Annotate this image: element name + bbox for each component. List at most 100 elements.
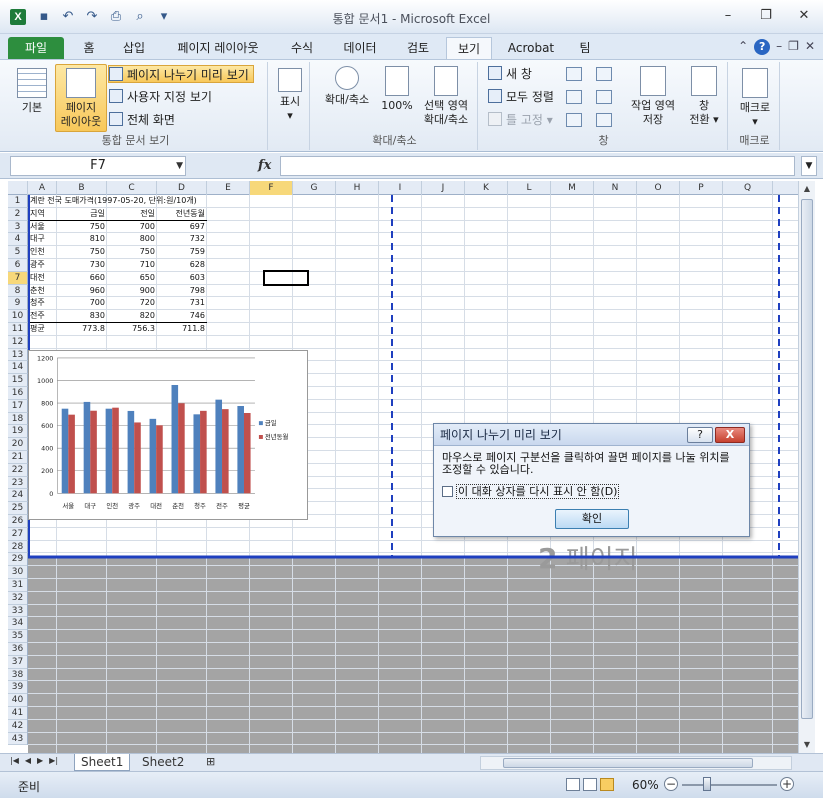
zoom-button[interactable]: 확대/축소	[318, 66, 376, 107]
view-side-by-side-icon[interactable]	[596, 67, 612, 81]
cell-header[interactable]: 전일	[109, 208, 155, 220]
tab-file[interactable]: 파일	[8, 37, 64, 59]
cell-average[interactable]: 평균	[30, 323, 55, 335]
row-header-12[interactable]: 12	[8, 335, 28, 349]
column-header-f[interactable]: F	[250, 181, 293, 195]
row-header-43[interactable]: 43	[8, 732, 28, 746]
column-header-k[interactable]: K	[465, 181, 508, 195]
help-icon[interactable]: ?	[754, 39, 771, 55]
row-header-30[interactable]: 30	[8, 566, 28, 579]
column-header-i[interactable]: I	[379, 181, 422, 195]
row-header-15[interactable]: 15	[8, 374, 28, 387]
page-layout-view-button[interactable]: 페이지 레이아웃	[55, 64, 107, 132]
help-icon[interactable]: ?	[687, 427, 713, 443]
row-header-13[interactable]: 13	[8, 348, 28, 362]
freeze-panes-button[interactable]: 틀 고정 ▾	[488, 111, 553, 129]
vertical-scrollbar[interactable]: ▲ ▼	[798, 181, 815, 753]
cell-value[interactable]: 660	[59, 272, 105, 284]
cell-value[interactable]: 춘천	[30, 285, 55, 297]
doc-minimize-icon[interactable]: –	[776, 39, 782, 55]
prev-sheet-icon[interactable]: ◀	[25, 756, 31, 765]
tab-team[interactable]: 팀	[570, 37, 600, 59]
column-header-l[interactable]: L	[508, 181, 551, 195]
tab-data[interactable]: 데이터	[334, 37, 386, 59]
row-header-38[interactable]: 38	[8, 668, 28, 682]
new-window-button[interactable]: 새 창	[488, 65, 532, 83]
minimize-icon[interactable]: –	[715, 6, 741, 26]
cell-value[interactable]: 720	[109, 297, 155, 309]
next-sheet-icon[interactable]: ▶	[37, 756, 43, 765]
cell-value[interactable]: 전주	[30, 310, 55, 322]
row-header-19[interactable]: 19	[8, 425, 28, 439]
cell-value[interactable]: 759	[159, 246, 205, 258]
zoom-level[interactable]: 60%	[632, 778, 659, 792]
reset-window-position-icon[interactable]	[596, 113, 612, 127]
tab-home[interactable]: 홈	[74, 37, 104, 59]
cell-value[interactable]: 인천	[30, 246, 55, 258]
row-header-1[interactable]: 1	[8, 195, 28, 208]
row-header-40[interactable]: 40	[8, 694, 28, 707]
row-header-11[interactable]: 11	[8, 323, 28, 336]
row-header-33[interactable]: 33	[8, 604, 28, 618]
cell-value[interactable]: 광주	[30, 259, 55, 271]
insert-function-icon[interactable]: fx	[258, 158, 271, 173]
page-break-preview-icon[interactable]	[600, 778, 614, 791]
row-header-21[interactable]: 21	[8, 451, 28, 464]
normal-view-button[interactable]: 기본	[12, 68, 52, 115]
show-button[interactable]: 표시 ▾	[274, 68, 306, 123]
cell-value[interactable]: 700	[59, 297, 105, 309]
sheet-tab-sheet2[interactable]: Sheet2	[136, 754, 190, 771]
cell-value[interactable]: 대전	[30, 272, 55, 284]
sync-scroll-icon[interactable]	[596, 90, 612, 104]
vertical-scroll-thumb[interactable]	[801, 199, 813, 719]
column-header-c[interactable]: C	[107, 181, 157, 195]
column-header-n[interactable]: N	[594, 181, 637, 195]
first-sheet-icon[interactable]: |◀	[10, 756, 19, 765]
close-icon[interactable]: X	[715, 427, 745, 443]
row-header-7[interactable]: 7	[8, 271, 28, 285]
row-header-31[interactable]: 31	[8, 579, 28, 592]
column-header-g[interactable]: G	[293, 181, 336, 195]
column-header-o[interactable]: O	[637, 181, 680, 195]
restore-icon[interactable]: ❐	[753, 6, 779, 26]
cell-value[interactable]: 746	[159, 310, 205, 322]
column-header-j[interactable]: J	[422, 181, 465, 195]
row-header-35[interactable]: 35	[8, 630, 28, 643]
column-header-b[interactable]: B	[57, 181, 107, 195]
tab-acrobat[interactable]: Acrobat	[500, 37, 562, 59]
chevron-down-icon[interactable]: ▼	[176, 157, 183, 175]
scroll-up-icon[interactable]: ▲	[800, 182, 814, 196]
ok-button[interactable]: 확인	[555, 509, 629, 529]
column-header-d[interactable]: D	[157, 181, 207, 195]
insert-sheet-icon[interactable]: ⊞	[200, 754, 221, 771]
row-header-25[interactable]: 25	[8, 502, 28, 515]
custom-views-button[interactable]: 사용자 지정 보기	[109, 88, 212, 106]
cell-header[interactable]: 지역	[30, 208, 55, 220]
save-workspace-button[interactable]: 작업 영역 저장	[626, 66, 680, 127]
row-header-27[interactable]: 27	[8, 527, 28, 541]
row-header-28[interactable]: 28	[8, 540, 28, 554]
arrange-all-button[interactable]: 모두 정렬	[488, 88, 554, 106]
page-break-preview-button[interactable]: 페이지 나누기 미리 보기	[108, 65, 254, 83]
tab-insert[interactable]: 삽입	[114, 37, 154, 59]
cell-value[interactable]: 900	[109, 285, 155, 297]
cell-value[interactable]: 820	[109, 310, 155, 322]
row-header-23[interactable]: 23	[8, 476, 28, 490]
cell-value[interactable]: 서울	[30, 221, 55, 233]
row-header-42[interactable]: 42	[8, 719, 28, 733]
cell-value[interactable]: 청주	[30, 297, 55, 309]
cell-value[interactable]: 697	[159, 221, 205, 233]
row-header-10[interactable]: 10	[8, 310, 28, 323]
row-header-41[interactable]: 41	[8, 707, 28, 720]
normal-view-icon[interactable]	[566, 778, 580, 791]
row-header-3[interactable]: 3	[8, 220, 28, 234]
zoom-out-icon[interactable]: −	[664, 777, 678, 791]
cell-value[interactable]: 798	[159, 285, 205, 297]
row-header-29[interactable]: 29	[8, 553, 28, 567]
zoom-slider-thumb[interactable]	[703, 777, 711, 791]
cell-average[interactable]: 756.3	[109, 323, 155, 335]
expand-formula-bar-icon[interactable]: ▼	[801, 156, 817, 176]
row-header-34[interactable]: 34	[8, 617, 28, 631]
zoom-in-icon[interactable]: +	[780, 777, 794, 791]
tab-review[interactable]: 검토	[396, 37, 440, 59]
